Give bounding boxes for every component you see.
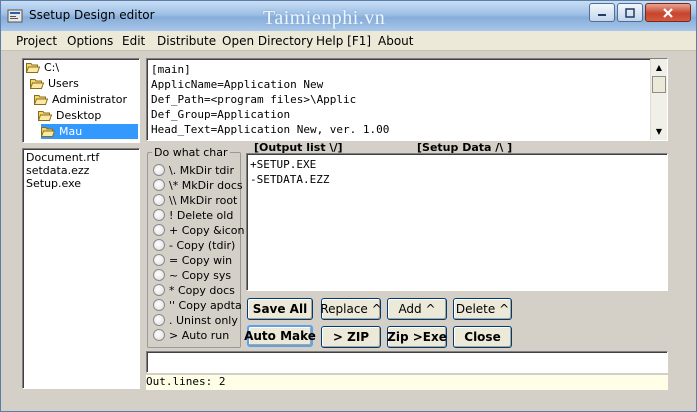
menu-project[interactable]: Project <box>16 34 57 48</box>
app-window: Ssetup Design editor Taimienphi.vn Proje… <box>0 0 697 412</box>
menu-bar: Project Options Edit Distribute Open Dir… <box>1 31 696 51</box>
dir-item-mau[interactable]: Mau <box>41 124 138 139</box>
scroll-thumb[interactable] <box>652 76 666 93</box>
scroll-down-arrow-icon[interactable]: ▼ <box>651 123 667 139</box>
radio-mkdir-tdir[interactable]: \. MkDir tdir <box>153 163 234 177</box>
file-item[interactable]: Document.rtf <box>26 151 99 164</box>
auto-make-button[interactable]: Auto Make <box>244 325 316 347</box>
editor-line: Def_Group=Application <box>151 108 291 121</box>
radio-copy-sys[interactable]: ~ Copy sys <box>153 268 231 282</box>
folder-open-icon <box>30 79 44 89</box>
radio-icon <box>153 254 165 266</box>
radio-icon <box>153 164 165 176</box>
status-text: Out.lines: 2 <box>146 375 668 390</box>
minimize-icon <box>598 13 606 16</box>
menu-options[interactable]: Options <box>67 34 113 48</box>
radio-icon <box>153 314 165 326</box>
setup-text-editor[interactable]: [main] ApplicName=Application New Def_Pa… <box>146 58 668 141</box>
menu-edit[interactable]: Edit <box>122 34 145 48</box>
maximize-icon <box>625 7 635 18</box>
dir-item-root[interactable]: C:\ <box>26 60 59 75</box>
save-all-button[interactable]: Save All <box>247 298 313 320</box>
file-list[interactable]: Document.rtf setdata.ezz Setup.exe <box>22 148 140 389</box>
dir-label: Desktop <box>56 109 102 122</box>
zip-exe-button[interactable]: Zip >Exe <box>387 326 447 348</box>
editor-line: Def_Path=<program files>\Applic <box>151 93 357 106</box>
menu-help[interactable]: Help [F1] <box>316 34 371 48</box>
radio-uninst-only[interactable]: . Uninst only <box>153 313 238 327</box>
scroll-up-arrow-icon[interactable]: ▲ <box>651 59 667 75</box>
zip-button[interactable]: > ZIP <box>321 326 381 348</box>
dir-label: Mau <box>59 125 83 138</box>
add-button[interactable]: Add ^ <box>387 298 447 320</box>
folder-open-icon <box>38 111 52 121</box>
dir-item-users[interactable]: Users <box>30 76 79 91</box>
dir-label: Users <box>48 77 79 90</box>
close-window-button[interactable] <box>645 3 691 22</box>
radio-icon <box>153 299 165 311</box>
editor-line: Head_Text=Application New, ver. 1.00 <box>151 123 390 136</box>
command-input[interactable] <box>146 351 668 373</box>
radio-delete-old[interactable]: ! Delete old <box>153 208 233 222</box>
title-bar: Ssetup Design editor Taimienphi.vn <box>1 1 696 31</box>
radio-copy-win[interactable]: = Copy win <box>153 253 232 267</box>
dir-item-desktop[interactable]: Desktop <box>38 108 101 123</box>
dir-item-administrator[interactable]: Administrator <box>34 92 127 107</box>
radio-icon <box>153 329 165 341</box>
radio-auto-run[interactable]: > Auto run <box>153 328 229 342</box>
menu-distribute[interactable]: Distribute <box>157 34 216 48</box>
delete-button[interactable]: Delete ^ <box>453 298 512 320</box>
folder-open-icon <box>34 95 48 105</box>
folder-open-icon <box>41 127 55 137</box>
directory-tree[interactable]: C:\ Users Administrator Desktop Mau <box>22 58 140 143</box>
replace-button[interactable]: Replace ^ <box>320 298 382 320</box>
radio-icon <box>153 284 165 296</box>
output-line[interactable]: -SETDATA.EZZ <box>250 173 329 186</box>
radio-icon <box>153 269 165 281</box>
app-icon <box>7 9 23 23</box>
folder-open-icon <box>26 63 40 73</box>
menu-open-directory[interactable]: Open Directory <box>222 34 313 48</box>
radio-icon <box>153 194 165 206</box>
close-icon <box>663 7 673 18</box>
output-line[interactable]: +SETUP.EXE <box>250 158 316 171</box>
dir-label: Administrator <box>52 93 127 106</box>
menu-about[interactable]: About <box>378 34 413 48</box>
radio-copy-docs[interactable]: * Copy docs <box>153 283 235 297</box>
radio-icon <box>153 239 165 251</box>
editor-line: [main] <box>151 63 191 76</box>
radio-icon <box>153 224 165 236</box>
watermark-logo: Taimienphi.vn <box>263 7 386 29</box>
editor-scrollbar[interactable]: ▲ ▼ <box>650 59 667 140</box>
radio-copy-apdta[interactable]: '' Copy apdta <box>153 298 242 312</box>
close-button[interactable]: Close <box>453 326 512 348</box>
radio-mkdir-docs[interactable]: \* MkDir docs <box>153 178 243 192</box>
output-list[interactable]: +SETUP.EXE -SETDATA.EZZ <box>246 153 668 291</box>
do-what-char-title: Do what char <box>152 146 230 159</box>
minimize-button[interactable] <box>589 3 615 22</box>
maximize-button[interactable] <box>617 3 643 22</box>
radio-copy-tdir[interactable]: - Copy (tdir) <box>153 238 235 252</box>
radio-icon <box>153 179 165 191</box>
window-title: Ssetup Design editor <box>29 8 155 22</box>
radio-mkdir-root[interactable]: \\ MkDir root <box>153 193 237 207</box>
radio-copy-icon[interactable]: + Copy &icon <box>153 223 245 237</box>
radio-icon <box>153 209 165 221</box>
file-item[interactable]: setdata.ezz <box>26 164 89 177</box>
file-item[interactable]: Setup.exe <box>26 177 81 190</box>
editor-line: ApplicName=Application New <box>151 78 324 91</box>
dir-label: C:\ <box>44 61 60 74</box>
